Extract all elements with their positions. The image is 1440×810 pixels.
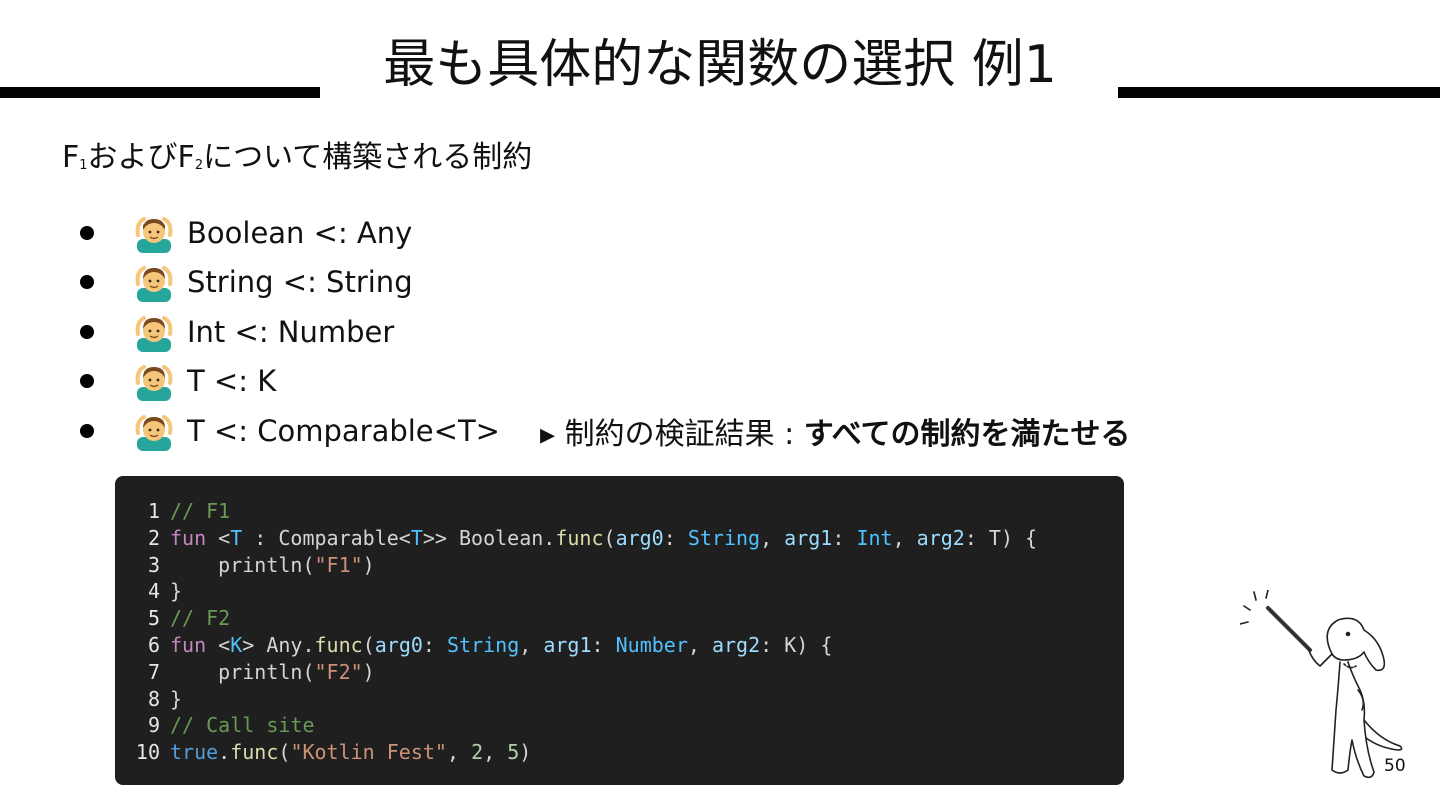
code-line: 4} [115,578,1124,605]
page-number: 50 [1384,756,1406,776]
code-line: 5 // F2 [115,605,1124,632]
code-line: 8} [115,686,1124,713]
constraint-list: Boolean <: Any String <: String Int <: N… [80,208,1130,456]
code-text: // Call site [170,713,315,738]
ok-gesture-person-icon [135,414,173,451]
code-text: println("F1") [170,552,375,577]
ok-gesture-person-icon [135,365,173,402]
constraint-item: Boolean <: Any [80,208,1130,258]
subtitle-text: F [62,140,80,175]
code-text: } [170,579,183,604]
bullet-dot [80,225,94,240]
line-number: 5 [147,606,160,631]
constraint-item: String <: String [80,258,1130,308]
ok-gesture-person-icon [135,266,173,303]
line-number: 2 [147,525,160,550]
line-number: 10 [135,740,160,765]
code-text: true.func("Kotlin Fest", 2, 5) [170,740,532,765]
code-line: 3 println("F1") [115,552,1124,579]
code-text: fun <K> Any.func(arg0: String, arg1: Num… [170,632,833,657]
constraint-text: Int <: Number [187,314,395,349]
code-text: // F1 [170,499,231,523]
line-number: 6 [147,632,160,657]
line-number: 7 [147,659,160,684]
subtitle-subscript: 2 [194,158,204,173]
bullet-dot [80,374,94,389]
result-prefix: ▸ 制約の検証結果 : [539,416,804,452]
line-number: 9 [147,713,160,738]
bullet-dot [80,324,94,339]
code-text: println("F2") [170,659,375,684]
code-line: 10 true.func("Kotlin Fest", 2, 5) [115,739,1124,766]
line-number: 4 [147,579,160,604]
slide-subtitle: F1およびF2について構築される制約 [62,138,532,186]
line-number: 1 [147,499,160,523]
subtitle-text: について構築される制約 [203,140,533,175]
code-line: 7 println("F2") [115,659,1124,686]
code-block: 1 // F1 2 fun <T : Comparable<T>> Boolean.… [115,476,1124,785]
constraint-item: T <: K [80,357,1130,407]
result-emphasis: すべての制約を満たせる [803,416,1131,452]
subtitle-subscript: 1 [79,158,88,173]
line-number: 3 [147,552,160,577]
constraint-text: T <: Comparable<T> [187,413,500,448]
code-line: 1 // F1 [115,498,1124,525]
title-rule-left [0,87,320,98]
constraint-text: String <: String [187,265,413,300]
title-rule-right [1118,87,1440,98]
code-text: // F2 [170,606,231,631]
code-line: 2 fun <T : Comparable<T>> Boolean.func(ar… [115,525,1124,552]
constraint-item: T <: Comparable<T> ▸ 制約の検証結果 : すべての制約を満た… [80,406,1130,456]
constraint-text: T <: K [187,364,277,399]
subtitle-text: およびF [87,140,195,175]
code-line: 6 fun <K> Any.func(arg0: String, arg1: Nu… [115,632,1124,659]
ok-gesture-person-icon [135,216,173,253]
bullet-dot [80,275,94,290]
constraint-text: Boolean <: Any [187,215,413,250]
code-text: } [170,686,183,711]
constraint-item: Int <: Number [80,307,1130,357]
slide-title: 最も具体的な関数の選択 例1 [383,35,1057,95]
verification-result: ▸ 制約の検証結果 : すべての制約を満たせる [540,409,1130,453]
line-number: 8 [147,686,160,711]
bullet-dot [80,423,94,438]
ok-gesture-person-icon [135,315,173,352]
code-text: fun <T : Comparable<T>> Boolean.func(arg… [170,525,1038,550]
code-line: 9 // Call site [115,712,1124,739]
